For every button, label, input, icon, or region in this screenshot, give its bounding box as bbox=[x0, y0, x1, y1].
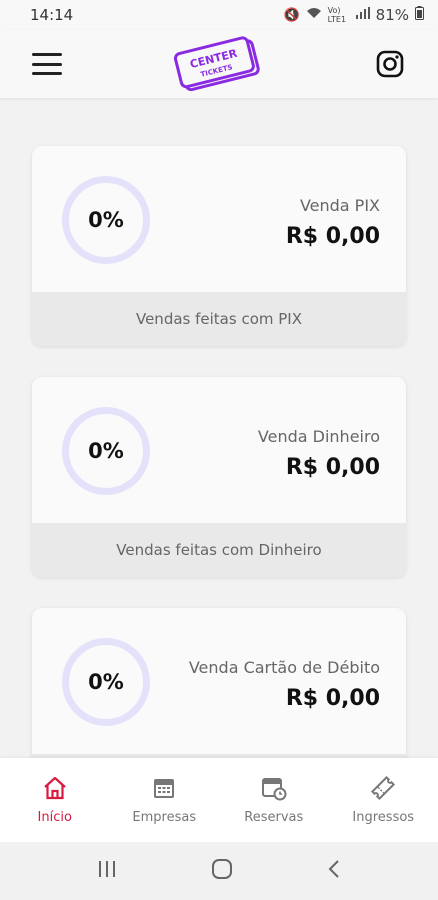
card-footer: Vendas feitas com PIX bbox=[32, 292, 406, 346]
mute-icon: 🔇 bbox=[283, 7, 300, 23]
network-label: Vo) LTE1 bbox=[327, 6, 347, 24]
nav-item-ingressos[interactable]: Ingressos bbox=[329, 758, 438, 842]
nav-label: Empresas bbox=[132, 810, 197, 825]
back-icon bbox=[328, 860, 339, 878]
instagram-icon[interactable] bbox=[376, 50, 404, 78]
nav-label: Ingressos bbox=[352, 810, 415, 825]
card-top: 0% Venda Dinheiro R$ 0,00 bbox=[32, 377, 406, 523]
menu-icon-line bbox=[32, 72, 62, 75]
card-pix[interactable]: 0% Venda PIX R$ 0,00 Vendas feitas com P… bbox=[32, 146, 406, 346]
menu-icon bbox=[32, 53, 62, 56]
bottom-nav: Início Empresas Reservas Ingressos bbox=[0, 758, 438, 842]
card-footer: Vendas feitas com Dinheiro bbox=[32, 523, 406, 577]
calendar-clock-icon bbox=[261, 778, 287, 801]
calendar-icon bbox=[154, 779, 175, 798]
back-button[interactable] bbox=[327, 859, 341, 883]
system-nav-bar bbox=[0, 842, 438, 900]
card-label: Venda PIX bbox=[299, 196, 380, 215]
progress-percent: 0% bbox=[88, 208, 124, 232]
card-top: 0% Venda Cartão de Débito R$ 0,00 bbox=[32, 608, 406, 754]
menu-icon-line bbox=[32, 62, 62, 66]
home-button[interactable] bbox=[211, 858, 233, 884]
recent-apps-icon bbox=[99, 861, 115, 877]
home-icon bbox=[44, 776, 66, 800]
nav-label: Reservas bbox=[244, 810, 304, 825]
status-time: 14:14 bbox=[30, 6, 74, 24]
progress-ring: 0% bbox=[62, 176, 150, 264]
nav-label: Início bbox=[37, 810, 72, 825]
status-bar: 14:14 🔇 Vo) LTE1 81% bbox=[0, 0, 438, 30]
card-value: R$ 0,00 bbox=[285, 686, 380, 711]
app-bar: CENTER TICKETS bbox=[0, 30, 438, 98]
progress-ring: 0% bbox=[62, 407, 150, 495]
progress-percent: 0% bbox=[88, 439, 124, 463]
progress-percent: 0% bbox=[88, 670, 124, 694]
wifi-icon bbox=[306, 7, 322, 23]
nav-item-empresas[interactable]: Empresas bbox=[110, 758, 220, 842]
center-tickets-logo: CENTER TICKETS bbox=[174, 36, 260, 92]
card-dinheiro[interactable]: 0% Venda Dinheiro R$ 0,00 Vendas feitas … bbox=[32, 377, 406, 577]
signal-icon bbox=[355, 7, 370, 23]
menu-button[interactable] bbox=[32, 53, 62, 75]
card-value: R$ 0,00 bbox=[285, 224, 380, 249]
recent-apps-button[interactable] bbox=[97, 860, 117, 882]
battery-level: 81% bbox=[375, 6, 409, 24]
card-top: 0% Venda PIX R$ 0,00 bbox=[32, 146, 406, 292]
home-circle-icon bbox=[212, 859, 232, 879]
nav-item-inicio[interactable]: Início bbox=[0, 758, 110, 842]
battery-icon bbox=[415, 6, 424, 24]
card-label: Venda Cartão de Débito bbox=[188, 658, 380, 677]
status-icons: 🔇 Vo) LTE1 81% bbox=[283, 6, 424, 24]
ticket-icon bbox=[371, 775, 396, 801]
progress-ring: 0% bbox=[62, 638, 150, 726]
card-debito[interactable]: 0% Venda Cartão de Débito R$ 0,00 bbox=[32, 608, 406, 758]
nav-item-reservas[interactable]: Reservas bbox=[219, 758, 329, 842]
card-label: Venda Dinheiro bbox=[257, 427, 380, 446]
card-value: R$ 0,00 bbox=[285, 455, 380, 480]
dashboard-content: 0% Venda PIX R$ 0,00 Vendas feitas com P… bbox=[0, 98, 438, 758]
